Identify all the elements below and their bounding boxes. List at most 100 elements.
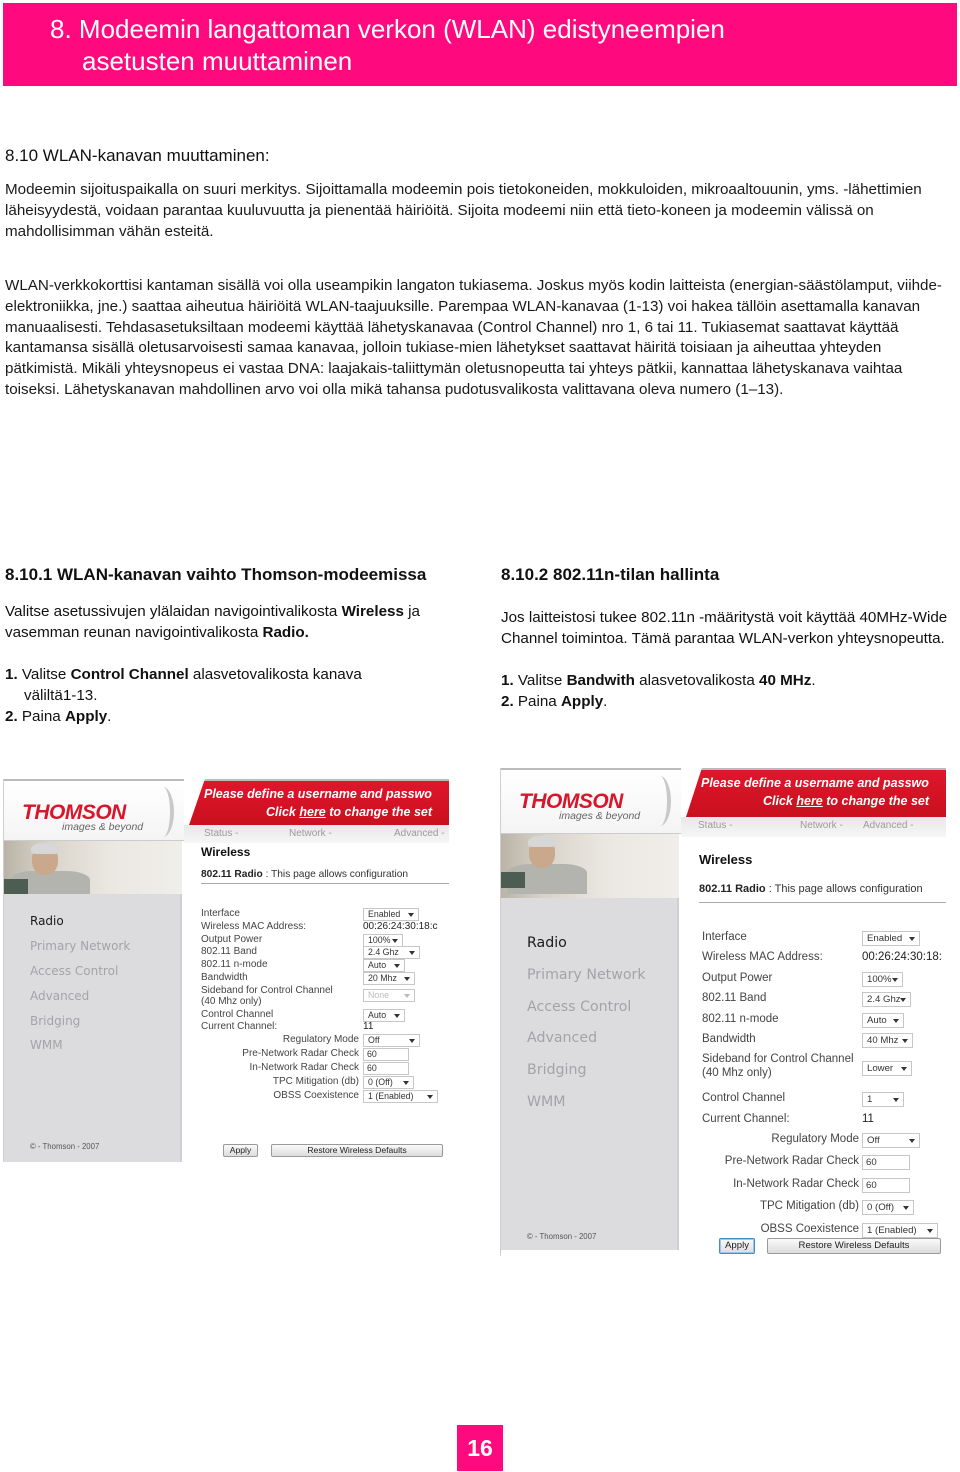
sidebar-item-bridging[interactable]: Bridging: [30, 1014, 80, 1028]
current-channel-label: Current Channel:: [702, 1112, 790, 1125]
bold-control-channel: Control Channel: [70, 666, 189, 683]
page-title: Wireless: [699, 852, 753, 867]
copyright: © - Thomson - 2007: [527, 1232, 597, 1241]
text: .: [603, 693, 608, 710]
control-channel-select[interactable]: Auto: [363, 1008, 405, 1022]
output-power-select[interactable]: 100%: [862, 971, 903, 987]
right-column: 8.10.2 802.11n-tilan hallinta Jos laitte…: [501, 562, 951, 712]
left-steps: 1. Valitse Control Channel alasvetovalik…: [5, 664, 475, 727]
obss-select[interactable]: 1 (Enabled): [363, 1090, 438, 1104]
nav-tab-advanced[interactable]: Advanced -: [394, 828, 445, 839]
bandwidth-select[interactable]: 40 Mhz: [862, 1033, 913, 1048]
chapter-title-line2: asetusten muuttaminen: [82, 46, 353, 76]
chevron-down-icon: [394, 1013, 400, 1018]
nmode-select[interactable]: Auto: [363, 959, 405, 972]
sidebar-item-advanced[interactable]: Advanced: [30, 989, 89, 1003]
pre-network-radar-label: Pre-Network Radar Check: [724, 1155, 859, 1168]
page-subtitle: 802.11 Radio : This page allows configur…: [699, 883, 923, 895]
text: alasvetovalikosta: [634, 672, 760, 689]
step-number: 1.: [501, 672, 514, 689]
nav-tab-advanced[interactable]: Advanced -: [863, 820, 914, 831]
band-select[interactable]: 2.4 Ghz: [862, 992, 911, 1008]
section-heading: 8.10 WLAN-kanavan muuttaminen:: [5, 146, 270, 165]
page-title: Wireless: [201, 845, 251, 859]
divider: [201, 883, 449, 884]
interface-label: Interface: [201, 908, 240, 919]
bold-40mhz: 40 MHz: [759, 672, 812, 689]
sidebar-item-wmm[interactable]: WMM: [527, 1094, 566, 1110]
sidebar-item-wmm[interactable]: WMM: [30, 1038, 63, 1052]
chevron-down-icon: [909, 1138, 915, 1143]
regulatory-mode-label: Regulatory Mode: [771, 1132, 859, 1145]
chevron-down-icon: [893, 1098, 899, 1103]
sidebar-item-advanced[interactable]: Advanced: [527, 1030, 597, 1046]
nav-tab-status[interactable]: Status -: [204, 828, 238, 839]
text: alasvetovalikosta kanava: [188, 666, 362, 683]
step-number: 2.: [501, 693, 514, 710]
nav-tab-network[interactable]: Network -: [289, 828, 332, 839]
chevron-down-icon: [404, 976, 410, 981]
nmode-select[interactable]: Auto: [862, 1012, 904, 1028]
output-power-select[interactable]: 100%: [363, 933, 403, 947]
mac-address-value: 00:26:24:30:18:: [862, 951, 942, 964]
page-number: 16: [457, 1425, 503, 1471]
page-subtitle: 802.11 Radio : This page allows configur…: [201, 869, 409, 880]
notice-here-link[interactable]: here: [796, 794, 822, 808]
interface-select[interactable]: Enabled: [363, 908, 419, 921]
bold-radio: Radio.: [262, 624, 309, 641]
mac-address-value: 00:26:24:30:18:c: [363, 920, 438, 932]
sidebar: Radio Primary Network Access Control Advanc…: [501, 898, 679, 1250]
step-2: 2. Paina Apply.: [5, 706, 475, 727]
pre-network-radar-label: Pre-Network Radar Check: [242, 1048, 359, 1060]
sideband-select[interactable]: Lower: [862, 1060, 912, 1076]
sidebar-item-primary-network[interactable]: Primary Network: [527, 967, 646, 983]
restore-defaults-button[interactable]: Restore Wireless Defaults: [271, 1144, 443, 1157]
nav-tab-status[interactable]: Status -: [698, 820, 732, 831]
chevron-down-icon: [927, 1228, 933, 1233]
tpc-select[interactable]: 0 (Off): [363, 1076, 414, 1090]
regulatory-mode-select[interactable]: Off: [363, 1034, 420, 1048]
chevron-down-icon: [900, 998, 906, 1003]
restore-defaults-button[interactable]: Restore Wireless Defaults: [767, 1238, 941, 1254]
sidebar-item-bridging[interactable]: Bridging: [527, 1062, 586, 1078]
control-channel-select[interactable]: 1: [862, 1092, 904, 1108]
bandwidth-select[interactable]: 20 Mhz: [363, 971, 415, 985]
sidebar: Radio Primary Network Access Control Advanc…: [4, 894, 182, 1162]
paragraph-channel: WLAN-verkkokorttisi kantaman sisällä voi…: [5, 277, 942, 398]
notice-here-link[interactable]: here: [299, 805, 325, 819]
nav-tab-network[interactable]: Network -: [800, 820, 843, 831]
in-radar-input[interactable]: 60: [363, 1062, 409, 1076]
chevron-down-icon: [404, 993, 410, 998]
divider: [699, 902, 946, 903]
apply-button[interactable]: Apply: [719, 1238, 755, 1254]
interface-select[interactable]: Enabled: [862, 931, 920, 946]
bold-apply: Apply: [560, 693, 604, 710]
pre-radar-input[interactable]: 60: [862, 1155, 910, 1171]
sidebar-item-radio[interactable]: Radio: [30, 914, 64, 928]
regulatory-mode-select[interactable]: Off: [862, 1132, 920, 1148]
sidebar-item-primary-network[interactable]: Primary Network: [30, 939, 130, 953]
interface-label: Interface: [702, 931, 747, 943]
left-intro: Valitse asetussivujen ylälaidan navigoin…: [5, 601, 475, 643]
pre-radar-input[interactable]: 60: [363, 1048, 409, 1062]
bold-wireless: Wireless: [341, 603, 404, 620]
obss-select[interactable]: 1 (Enabled): [862, 1222, 938, 1238]
mac-address-label: Wireless MAC Address:: [702, 951, 823, 964]
tpc-mitigation-label: TPC Mitigation (db): [759, 1200, 859, 1213]
bold-apply: Apply: [64, 708, 108, 725]
title-banner: 8. Modeemin langattoman verkon (WLAN) ed…: [3, 3, 957, 86]
tpc-select[interactable]: 0 (Off): [862, 1200, 914, 1216]
in-radar-input[interactable]: 60: [862, 1177, 910, 1193]
chevron-down-icon: [427, 1095, 433, 1100]
sidebar-item-radio[interactable]: Radio: [527, 935, 567, 951]
apply-button[interactable]: Apply: [223, 1144, 258, 1157]
band-select[interactable]: 2.4 Ghz: [363, 946, 420, 960]
thomson-screenshot-left: THOMSON images & beyond Please define a us…: [3, 779, 449, 1162]
sidebar-item-access-control[interactable]: Access Control: [30, 964, 118, 978]
logo-swoosh-icon: [152, 787, 174, 837]
thomson-logo: THOMSON images & beyond: [4, 779, 184, 841]
sidebar-item-access-control[interactable]: Access Control: [527, 999, 631, 1015]
output-power-label: Output Power: [201, 933, 263, 945]
notice-text: Please define a username and passwo: [204, 787, 432, 801]
right-intro: Jos laitteistosi tukee 802.11n -määritys…: [501, 609, 948, 647]
